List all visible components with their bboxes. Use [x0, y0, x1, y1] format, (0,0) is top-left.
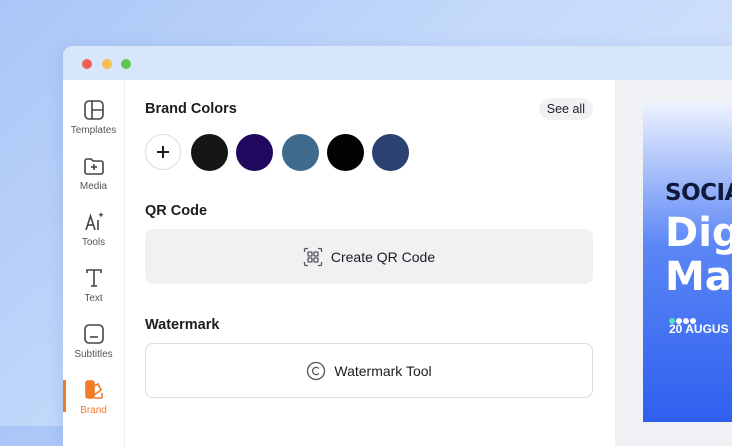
subtitles-icon — [83, 324, 104, 344]
close-window-button[interactable] — [82, 59, 92, 69]
sidebar-item-subtitles[interactable]: Subtitles — [63, 318, 124, 370]
brand-colors-title: Brand Colors — [145, 101, 237, 117]
sidebar-item-label: Media — [79, 181, 108, 192]
sidebar-item-label: Brand — [80, 405, 107, 416]
see-all-button[interactable]: See all — [538, 98, 593, 120]
plus-icon — [157, 146, 169, 158]
preview-title-line2: Ma — [665, 254, 732, 300]
title-bar — [63, 46, 732, 80]
color-swatch[interactable] — [327, 134, 364, 171]
sidebar-item-label: Subtitles — [74, 349, 113, 360]
app-window: Templates Media Tools Text Subtitles Bra… — [63, 46, 732, 446]
sidebar: Templates Media Tools Text Subtitles Bra… — [63, 80, 125, 446]
maximize-window-button[interactable] — [121, 59, 131, 69]
ai-sparkle-icon — [84, 212, 104, 231]
copyright-icon — [307, 361, 326, 380]
qr-code-icon — [303, 247, 323, 266]
color-swatch[interactable] — [282, 134, 319, 171]
add-color-button[interactable] — [145, 134, 181, 170]
watermark-tool-button[interactable]: Watermark Tool — [145, 343, 593, 398]
preview-date: 20 AUGUS — [669, 322, 729, 336]
sidebar-item-tools[interactable]: Tools — [63, 206, 124, 258]
color-swatch[interactable] — [372, 134, 409, 171]
create-qr-code-label: Create QR Code — [330, 248, 436, 265]
text-icon — [85, 269, 102, 287]
sidebar-item-label: Tools — [81, 237, 106, 248]
sidebar-item-text[interactable]: Text — [63, 262, 124, 314]
layout-icon — [83, 100, 104, 120]
brand-panel: Brand Colors See all QR Code Create QR C… — [125, 80, 615, 446]
create-qr-code-button[interactable]: Create QR Code — [145, 229, 593, 284]
watermark-tool-label: Watermark Tool — [334, 362, 432, 379]
sidebar-item-label: Templates — [70, 125, 117, 136]
preview-title-line1: Dig — [665, 210, 732, 256]
sidebar-item-brand[interactable]: Brand — [63, 374, 124, 426]
qr-code-title: QR Code — [145, 203, 208, 219]
sidebar-item-media[interactable]: Media — [63, 150, 124, 202]
preview-heading: SOCIAL — [665, 180, 732, 206]
sidebar-item-templates[interactable]: Templates — [63, 94, 124, 146]
minimize-window-button[interactable] — [102, 59, 112, 69]
color-swatch[interactable] — [191, 134, 228, 171]
active-indicator — [63, 380, 66, 412]
watermark-title: Watermark — [145, 317, 220, 333]
folder-plus-icon — [83, 158, 104, 175]
brand-icon — [84, 380, 103, 399]
canvas-area: SOCIAL Dig Ma 20 AUGUS — [615, 80, 732, 446]
design-preview[interactable]: SOCIAL Dig Ma 20 AUGUS — [643, 102, 732, 422]
sidebar-item-label: Text — [84, 293, 103, 304]
color-swatch[interactable] — [236, 134, 273, 171]
